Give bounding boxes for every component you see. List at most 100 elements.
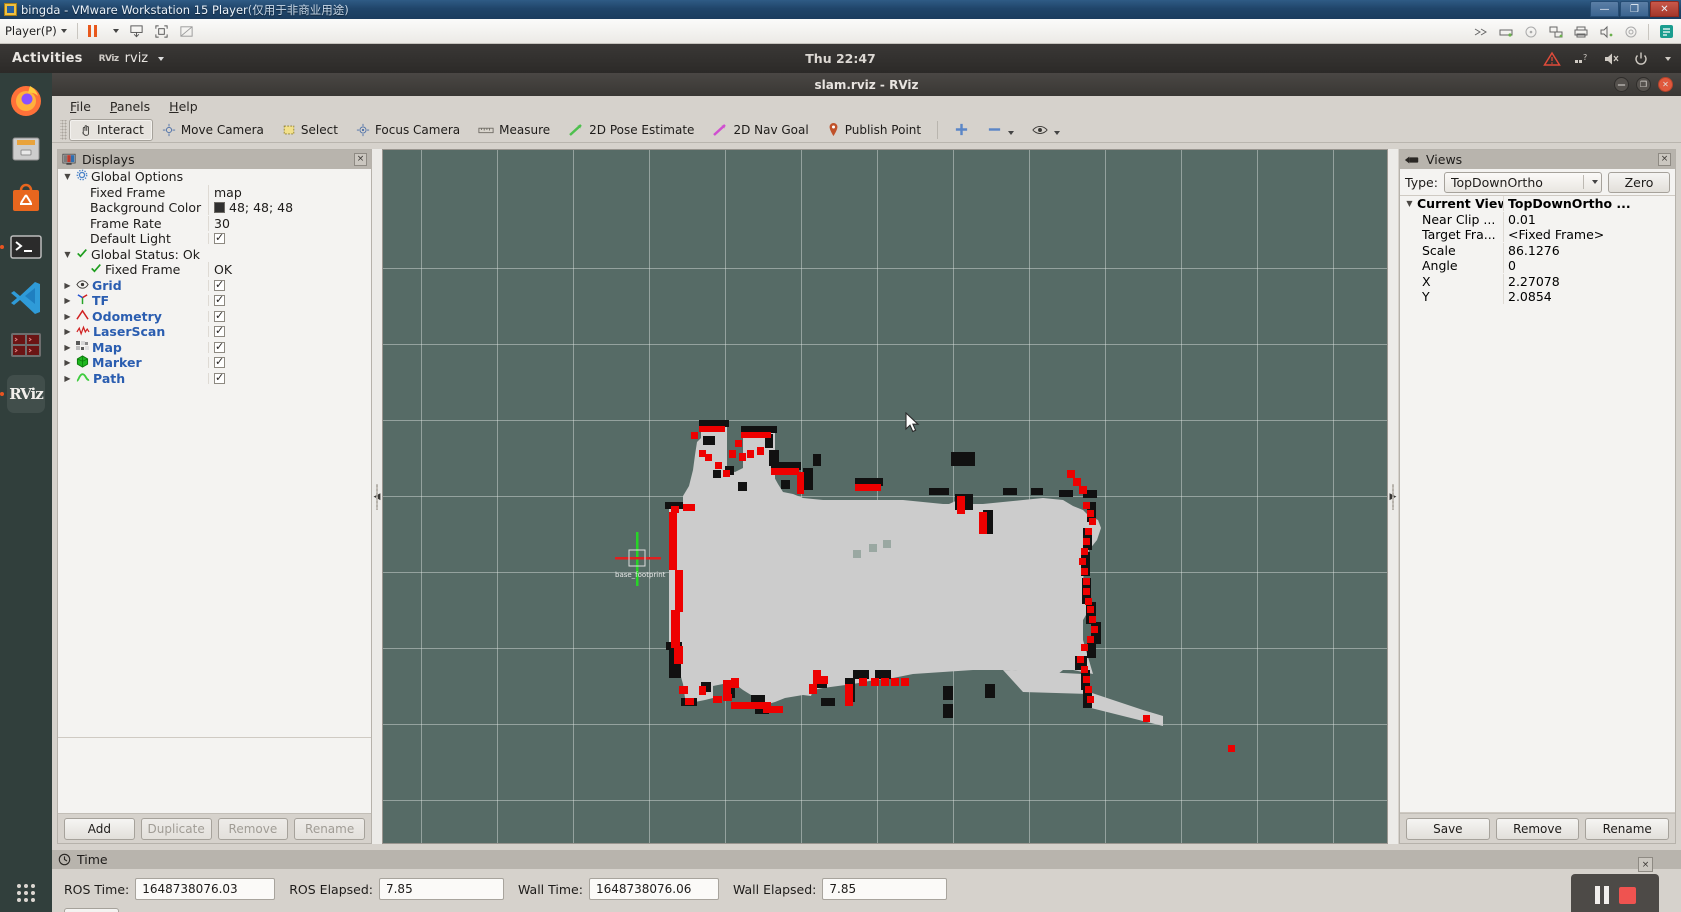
network-icon[interactable] <box>1548 25 1564 39</box>
vmware-maximize-button[interactable]: ❐ <box>1620 1 1649 17</box>
rename-button[interactable]: Rename <box>294 817 365 840</box>
display-row-fixed-frame[interactable]: Fixed Frame OK <box>58 262 371 278</box>
usb-icon[interactable] <box>1623 25 1639 39</box>
expand-arrow-right-icon[interactable]: ▶ <box>62 281 73 290</box>
wall-time-input[interactable]: 1648738076.06 <box>588 878 719 900</box>
view-property-row[interactable]: Near Clip ... 0.01 <box>1400 211 1675 228</box>
left-splitter[interactable]: ◀ <box>372 149 382 844</box>
dock-item-firefox[interactable] <box>7 81 45 119</box>
add-button[interactable]: Add <box>64 817 135 840</box>
ros-time-input[interactable]: 1648738076.03 <box>135 878 276 900</box>
expand-arrow-down-icon[interactable]: ▼ <box>62 172 73 181</box>
tool-add-view[interactable] <box>945 118 978 141</box>
vmware-pause-button[interactable] <box>83 21 104 42</box>
display-enable-checkbox[interactable] <box>214 324 225 338</box>
tool-interact[interactable]: Interact <box>69 118 153 141</box>
dock-item-files[interactable] <box>7 130 45 168</box>
cdrom-icon[interactable] <box>1523 25 1539 39</box>
duplicate-button[interactable]: Duplicate <box>140 817 212 840</box>
expand-arrow-right-icon[interactable]: ▶ <box>62 343 73 352</box>
display-enable-checkbox[interactable] <box>214 340 225 353</box>
expand-arrow-down-icon[interactable]: ▼ <box>62 250 73 259</box>
rviz-maximize-button[interactable]: ❐ <box>1636 77 1651 92</box>
tool-measure[interactable]: Measure <box>469 119 559 141</box>
display-row-global-status-ok[interactable]: ▼ Global Status: Ok <box>58 247 371 263</box>
menu-panels[interactable]: Panels <box>102 97 158 116</box>
app-menu-button[interactable]: RViz rviz <box>93 51 171 66</box>
view-property-row[interactable]: Target Fra... <Fixed Frame> <box>1400 227 1675 243</box>
message-icon[interactable] <box>1658 24 1675 39</box>
pause-icon[interactable] <box>1594 886 1609 904</box>
display-row-fixed-frame[interactable]: Fixed Frame map <box>58 184 371 201</box>
tool-remove-view[interactable] <box>978 118 1023 141</box>
display-row-default-light[interactable]: Default Light <box>58 231 371 247</box>
displays-tree[interactable]: ▼ Global Options Fixed Frame map Background … <box>58 169 371 813</box>
right-splitter[interactable]: ▶ <box>1388 149 1398 844</box>
sound-icon[interactable] <box>1598 25 1614 39</box>
zero-button[interactable]: Zero <box>1608 171 1670 193</box>
network-icon[interactable]: ? <box>1573 51 1591 67</box>
view-property-row[interactable]: ▼ Current View TopDownOrtho ... <box>1400 196 1675 212</box>
dock-item-rviz[interactable]: RViz <box>7 375 45 413</box>
vmware-minimize-button[interactable]: — <box>1590 1 1619 17</box>
vmware-send-key-button[interactable] <box>124 21 149 42</box>
ros-elapsed-input[interactable]: 7.85 <box>378 878 504 900</box>
tool-select[interactable]: Select <box>273 119 347 141</box>
display-enable-checkbox[interactable] <box>214 371 225 384</box>
views-tree[interactable]: ▼ Current View TopDownOrtho ... Near Clip .… <box>1400 195 1675 813</box>
displays-close-icon[interactable]: × <box>354 153 367 166</box>
display-enable-checkbox[interactable] <box>214 309 225 322</box>
display-row-path[interactable]: ▶ Path <box>58 371 371 387</box>
views-close-icon[interactable]: × <box>1658 153 1671 166</box>
tool-move-camera[interactable]: Move Camera <box>153 119 273 141</box>
volume-muted-icon[interactable] <box>1603 51 1621 67</box>
expand-arrow-down-icon[interactable]: ▼ <box>1404 199 1415 208</box>
remove-view-button[interactable]: Remove <box>1495 817 1580 840</box>
tool-2d-pose-estimate[interactable]: 2D Pose Estimate <box>559 119 703 141</box>
rename-view-button[interactable]: Rename <box>1585 817 1670 840</box>
expand-arrow-right-icon[interactable]: ▶ <box>62 327 73 336</box>
display-row-frame-rate[interactable]: Frame Rate 30 <box>58 215 371 232</box>
reset-button[interactable]: Reset <box>64 908 119 912</box>
clock-label[interactable]: Thu 22:47 <box>805 51 875 66</box>
display-row-background-color[interactable]: Background Color 48; 48; 48 <box>58 200 371 216</box>
vmware-player-menu[interactable]: Player(P) <box>0 21 72 42</box>
power-icon[interactable] <box>1633 51 1649 67</box>
chevron-down-icon[interactable] <box>1665 56 1671 61</box>
display-enable-checkbox[interactable] <box>214 231 225 245</box>
vmware-close-button[interactable]: ✕ <box>1650 1 1679 17</box>
dock-item-terminator[interactable] <box>7 326 45 364</box>
expand-icon[interactable] <box>1473 25 1489 39</box>
harddisk-icon[interactable] <box>1498 25 1514 39</box>
tool-focus-camera[interactable]: Focus Camera <box>347 119 469 141</box>
warning-icon[interactable] <box>1543 51 1561 67</box>
display-row-map[interactable]: ▶ Map <box>58 340 371 356</box>
display-row-laserscan[interactable]: ▶ LaserScan <box>58 324 371 340</box>
toolbar-grip[interactable] <box>60 119 67 140</box>
show-applications-button[interactable] <box>0 884 52 902</box>
expand-arrow-right-icon[interactable]: ▶ <box>62 312 73 321</box>
tool-publish-point[interactable]: Publish Point <box>818 118 930 141</box>
display-enable-checkbox[interactable] <box>214 278 225 291</box>
stop-icon[interactable] <box>1618 886 1636 904</box>
save-button[interactable]: Save <box>1406 817 1490 840</box>
menu-file[interactable]: File <box>62 97 99 116</box>
wall-elapsed-input[interactable]: 7.85 <box>822 878 948 900</box>
rviz-close-button[interactable]: ✕ <box>1658 77 1673 92</box>
display-enable-checkbox[interactable] <box>214 293 225 307</box>
display-row-tf[interactable]: ▶ TF <box>58 293 371 309</box>
display-row-odometry[interactable]: ▶ Odometry <box>58 309 371 325</box>
view-property-row[interactable]: X 2.27078 <box>1400 273 1675 290</box>
dock-item-terminal[interactable] <box>7 228 45 266</box>
display-row-marker[interactable]: ▶ Marker <box>58 355 371 371</box>
printer-icon[interactable] <box>1573 25 1589 39</box>
dock-item-ubuntu-software[interactable] <box>7 179 45 217</box>
vmware-unity-button[interactable] <box>174 21 199 42</box>
expand-arrow-right-icon[interactable]: ▶ <box>62 374 73 383</box>
vmware-power-dropdown[interactable] <box>104 21 124 42</box>
remove-button[interactable]: Remove <box>217 817 289 840</box>
rviz-minimize-button[interactable]: — <box>1614 77 1629 92</box>
expand-arrow-right-icon[interactable]: ▶ <box>62 358 73 367</box>
dock-item-vscode[interactable] <box>7 277 45 315</box>
view-property-row[interactable]: Y 2.0854 <box>1400 289 1675 305</box>
